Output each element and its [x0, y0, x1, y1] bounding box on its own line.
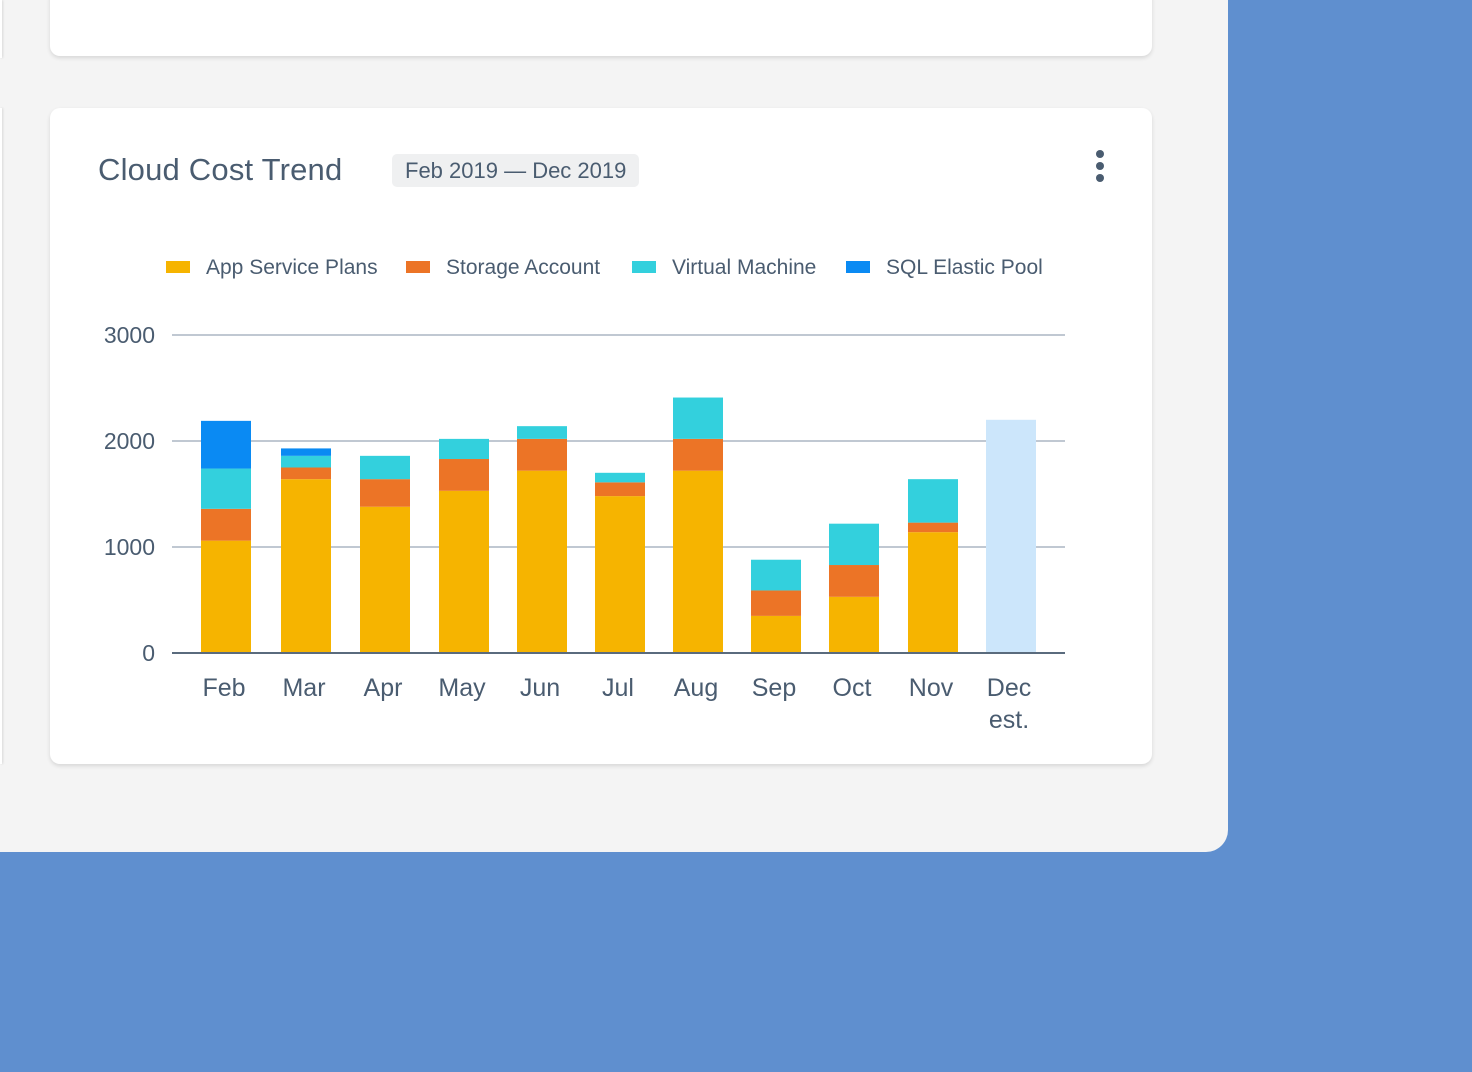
estimate-bar	[986, 419, 1036, 653]
bar-segment	[829, 523, 879, 566]
y-tick-label: 1000	[104, 534, 155, 560]
bar-segment	[360, 455, 410, 480]
x-tick-label-line: est.	[989, 706, 1029, 734]
y-axis: 0 1000 2000 3000	[104, 322, 155, 666]
bar-segment	[201, 540, 251, 653]
x-tick-label-line: Aug	[674, 674, 718, 702]
legend-swatch	[846, 261, 870, 273]
bar-segment	[908, 532, 958, 653]
left-panel-edge	[0, 108, 2, 764]
x-tick-label: Sep	[752, 674, 796, 702]
x-axis: Feb Mar Apr May Jun Jul Aug Sep Oct Nov Dec est.	[202, 674, 1031, 734]
bar-segment	[517, 470, 567, 653]
bar-segment	[908, 522, 958, 533]
x-tick-label-line: May	[438, 674, 486, 702]
x-tick-label: May	[438, 674, 486, 702]
bar-segment	[360, 479, 410, 507]
legend-label: App Service Plans	[206, 256, 378, 279]
bar-segment	[281, 448, 331, 456]
x-tick-label: Dec est.	[987, 674, 1031, 734]
x-tick-label-line: Jul	[602, 674, 634, 702]
previous-card	[50, 0, 1152, 56]
bar-segment	[201, 508, 251, 541]
bar-segment	[673, 397, 723, 439]
bar-segment	[360, 506, 410, 653]
bar-segment	[281, 479, 331, 653]
bar-segment	[595, 496, 645, 653]
x-tick-label: Nov	[909, 674, 954, 702]
x-tick-label-line: Sep	[752, 674, 796, 702]
bar-segment	[908, 479, 958, 523]
x-tick-label: Mar	[282, 674, 325, 702]
bar-segment	[281, 467, 331, 480]
legend-label: SQL Elastic Pool	[886, 256, 1043, 279]
x-tick-label: Jul	[602, 674, 634, 702]
x-tick-label: Aug	[674, 674, 718, 702]
bar-segment	[751, 590, 801, 616]
bar-segment	[281, 455, 331, 468]
x-tick-label-line: Apr	[364, 674, 403, 702]
y-tick-label: 3000	[104, 322, 155, 348]
x-tick-label-line: Jun	[520, 674, 560, 702]
x-tick-label: Jun	[520, 674, 560, 702]
bar-segment	[201, 468, 251, 509]
bar-segment	[439, 438, 489, 460]
legend-swatch	[632, 261, 656, 273]
x-tick-label-line: Dec	[987, 674, 1031, 702]
x-tick-label-line: Feb	[202, 674, 245, 702]
bar-segment	[829, 596, 879, 653]
bar-segment	[517, 426, 567, 439]
chart-legend: App Service Plans Storage Account Virtual …	[166, 256, 1043, 279]
x-tick-label: Apr	[364, 674, 403, 702]
bar-segment	[829, 565, 879, 597]
cost-trend-chart: App Service Plans Storage Account Virtual …	[104, 256, 1065, 734]
bar-segment	[595, 472, 645, 483]
legend-label: Virtual Machine	[672, 256, 816, 279]
bar-segment	[517, 438, 567, 471]
left-panel-edge	[0, 0, 2, 58]
x-tick-label-line: Oct	[833, 674, 872, 702]
x-tick-label-line: Mar	[282, 674, 325, 702]
x-tick-label-line: Nov	[909, 674, 954, 702]
legend-swatch	[166, 261, 190, 273]
bar-segment	[201, 420, 251, 469]
cloud-cost-trend-card: Cloud Cost Trend Feb 2019 — Dec 2019 App…	[50, 108, 1152, 764]
bar-segment	[439, 490, 489, 653]
x-tick-label: Oct	[833, 674, 872, 702]
bar-segment	[595, 482, 645, 497]
y-tick-label: 0	[142, 640, 155, 666]
x-tick-label: Feb	[202, 674, 245, 702]
bar-segment	[439, 459, 489, 491]
bar-segment	[751, 559, 801, 591]
bar-segment	[673, 438, 723, 471]
legend-swatch	[406, 261, 430, 273]
y-tick-label: 2000	[104, 428, 155, 454]
legend-label: Storage Account	[446, 256, 600, 279]
bar-segment	[673, 470, 723, 653]
chart-bars	[172, 397, 1065, 654]
bar-segment	[751, 615, 801, 653]
